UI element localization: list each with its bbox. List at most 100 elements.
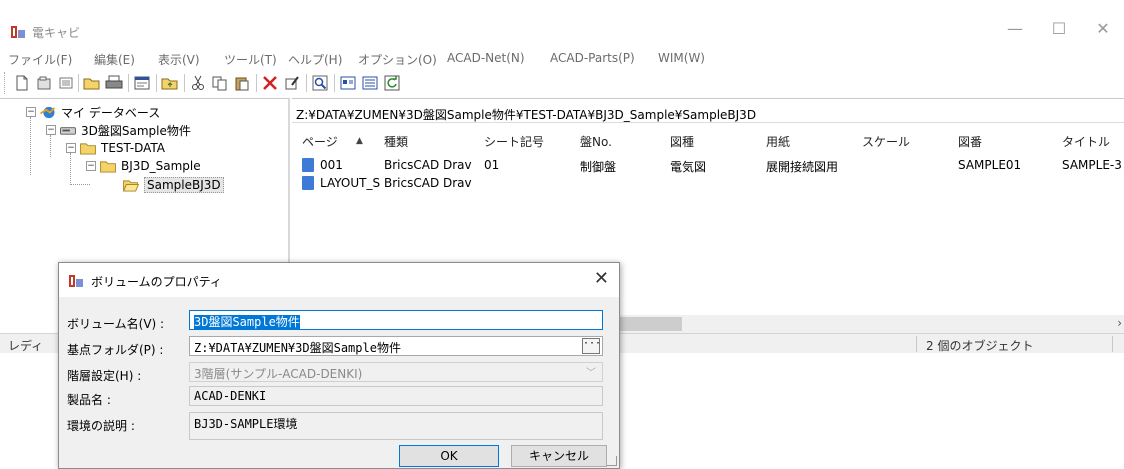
bricscad-file-icon	[302, 158, 314, 172]
delete-icon[interactable]	[260, 73, 280, 93]
menu-bar: ファイル(F) 編集(E) 表示(V) ツール(T) ヘルプ(H) オプション(…	[0, 44, 1124, 68]
tree-item-bj3d-sample[interactable]: − BJ3D_Sample	[86, 157, 201, 175]
app-icon	[11, 26, 25, 38]
column-page[interactable]: ページ	[302, 133, 338, 150]
menu-acad-net[interactable]: ACAD-Net(N)	[447, 51, 525, 65]
base-folder-input[interactable]: Z:¥DATA¥ZUMEN¥3D盤図Sample物件 ···	[189, 336, 603, 356]
cell-sheet-code: 01	[484, 158, 500, 172]
list-icon[interactable]	[56, 73, 76, 93]
dialog-close-button[interactable]: ✕	[594, 268, 609, 289]
status-object-count: 2 個のオブジェクト	[926, 339, 1034, 353]
column-panel-no[interactable]: 盤No.	[580, 133, 612, 150]
column-sheet-code[interactable]: シート記号	[484, 133, 544, 150]
minimize-button[interactable]: —	[1000, 18, 1030, 40]
cell-page: 001	[320, 158, 343, 172]
volume-name-input[interactable]: 3D盤図Sample物件	[189, 310, 603, 330]
column-type[interactable]: 種類	[384, 133, 408, 150]
tree-item-label: マイ データベース	[61, 105, 161, 120]
toolbar-separator	[306, 74, 307, 92]
tree-item-label: 3D盤図Sample物件	[81, 123, 191, 138]
print-icon[interactable]	[104, 73, 124, 93]
scroll-right-arrow-icon[interactable]: ›	[1117, 316, 1122, 330]
menu-edit[interactable]: 編集(E)	[94, 51, 135, 68]
cell-drawing-kind: 電気図	[670, 160, 707, 174]
column-drawing-no[interactable]: 図番	[958, 133, 982, 150]
menu-wim[interactable]: WIM(W)	[658, 51, 705, 65]
collapse-toggle[interactable]: −	[86, 161, 96, 171]
copy-icon[interactable]	[210, 73, 230, 93]
cell-drawing-no: SAMPLE01	[958, 158, 1022, 172]
toolbar-separator	[78, 74, 79, 92]
environment-description-value: BJ3D-SAMPLE環境	[194, 417, 298, 431]
new-file-icon[interactable]	[12, 73, 32, 93]
volume-name-value: 3D盤図Sample物件	[194, 315, 300, 329]
menu-acad-parts[interactable]: ACAD-Parts(P)	[550, 51, 635, 65]
tree-item-label: TEST-DATA	[101, 141, 166, 155]
resize-grip[interactable]	[607, 456, 617, 466]
environment-description-field: BJ3D-SAMPLE環境	[189, 412, 603, 440]
column-drawing-kind[interactable]: 図種	[670, 133, 694, 150]
app-icon	[69, 275, 83, 287]
tree-item-label: BJ3D_Sample	[121, 159, 201, 173]
title-bar: 電キャビ — ☐ ✕	[0, 0, 1124, 44]
menu-view[interactable]: 表示(V)	[158, 51, 200, 68]
product-name-label: 製品名 :	[67, 393, 111, 407]
folder-up-icon[interactable]	[160, 73, 180, 93]
cell-page: LAYOUT_S	[320, 176, 381, 190]
dialog-title-bar: ボリュームのプロパティ ✕	[59, 263, 619, 297]
bricscad-file-icon	[302, 176, 314, 190]
edit-properties-icon[interactable]	[282, 73, 302, 93]
maximize-button[interactable]: ☐	[1044, 18, 1074, 40]
database-icon	[40, 106, 56, 118]
tree-item-test-data[interactable]: − TEST-DATA	[66, 139, 165, 157]
drive-icon	[60, 126, 76, 135]
paste-icon[interactable]	[232, 73, 252, 93]
tree-item-samplebj3d[interactable]: SampleBJ3D	[122, 176, 224, 194]
properties-icon[interactable]	[132, 73, 152, 93]
sort-ascending-icon: ▲	[356, 136, 363, 146]
current-path: Z:¥DATA¥ZUMEN¥3D盤図Sample物件¥TEST-DATA¥BJ3…	[292, 99, 1124, 123]
cell-panel-no: 制御盤	[580, 160, 617, 174]
collapse-toggle[interactable]: −	[66, 143, 76, 153]
menu-tools[interactable]: ツール(T)	[224, 51, 277, 68]
chevron-down-icon: ﹀	[586, 368, 596, 379]
refresh-icon[interactable]	[382, 73, 402, 93]
toolbar-grip[interactable]	[4, 72, 6, 94]
open-folder-icon	[122, 179, 140, 192]
toolbar-separator	[156, 74, 157, 92]
menu-help[interactable]: ヘルプ(H)	[288, 51, 342, 68]
volume-properties-dialog: ボリュームのプロパティ ✕ ボリューム名(V) : 3D盤図Sample物件 基…	[58, 262, 620, 469]
status-separator	[916, 336, 917, 352]
cell-title: SAMPLE-3	[1062, 158, 1122, 172]
tree-item-my-database[interactable]: − マイ データベース	[26, 103, 160, 121]
column-title[interactable]: タイトル	[1062, 133, 1110, 150]
open-icon[interactable]	[34, 73, 54, 93]
collapse-toggle[interactable]: −	[26, 107, 36, 117]
close-button[interactable]: ✕	[1088, 18, 1118, 40]
open-folder-icon[interactable]	[82, 73, 102, 93]
search-icon[interactable]	[310, 73, 330, 93]
detail-view-icon[interactable]	[360, 73, 380, 93]
ok-button[interactable]: OK	[399, 445, 499, 467]
toolbar-separator	[184, 74, 185, 92]
dialog-title: ボリュームのプロパティ	[91, 275, 222, 289]
window-title: 電キャビ	[32, 26, 81, 40]
column-paper[interactable]: 用紙	[766, 133, 790, 150]
column-scale[interactable]: スケール	[862, 133, 910, 150]
view-icon[interactable]	[338, 73, 358, 93]
tree-item-volume[interactable]: − 3D盤図Sample物件	[46, 121, 191, 139]
browse-button[interactable]: ···	[582, 338, 601, 354]
cut-icon[interactable]	[188, 73, 208, 93]
volume-name-label: ボリューム名(V) :	[67, 317, 165, 331]
product-name-value: ACAD-DENKI	[194, 389, 267, 403]
tree-item-label: SampleBJ3D	[144, 177, 224, 193]
cancel-button[interactable]: キャンセル	[511, 445, 607, 467]
menu-options[interactable]: オプション(O)	[358, 51, 437, 68]
collapse-toggle[interactable]: −	[46, 125, 56, 135]
hierarchy-select[interactable]: 3階層(サンプル-ACAD-DENKI) ﹀	[189, 362, 603, 382]
menu-file[interactable]: ファイル(F)	[8, 51, 72, 68]
tree-connector	[70, 184, 90, 185]
folder-icon	[80, 142, 96, 155]
toolbar-separator	[128, 74, 129, 92]
toolbar	[0, 68, 1124, 98]
